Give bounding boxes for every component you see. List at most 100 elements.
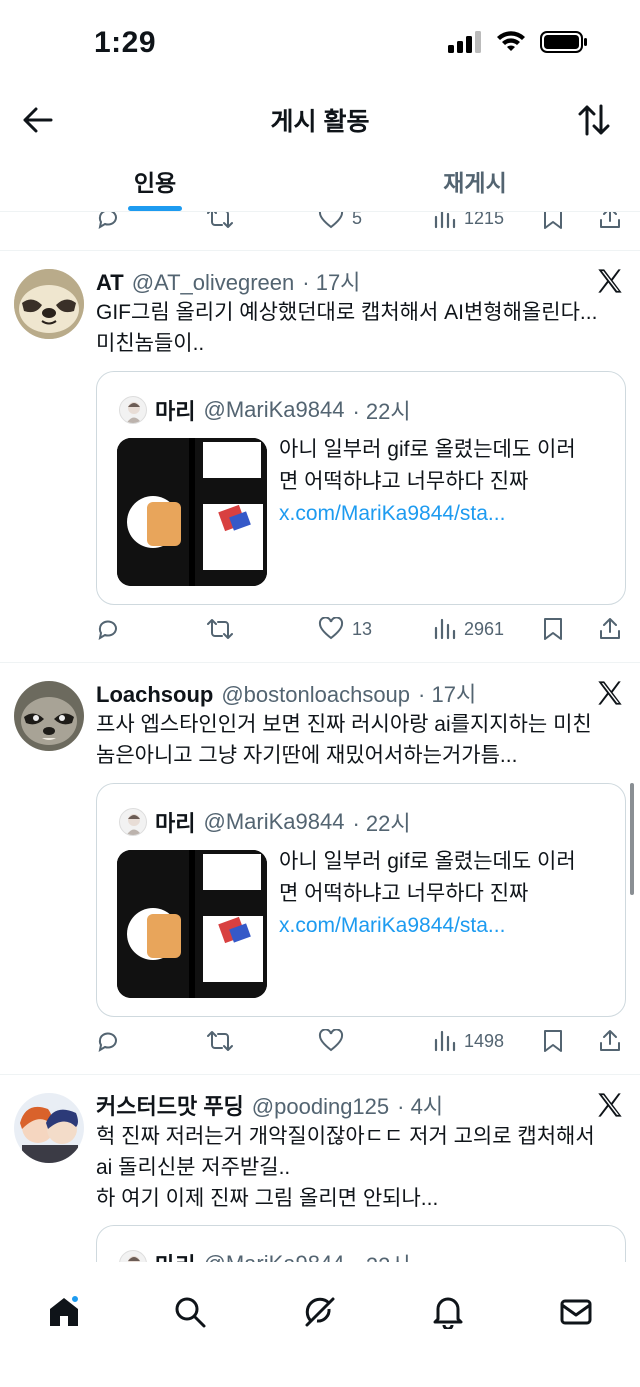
anime-avatar-image <box>126 402 142 423</box>
quoted-timestamp: · 22시 <box>352 399 411 424</box>
retweet-button[interactable] <box>206 212 234 230</box>
tweet-body: GIF그림 올리기 예상했던대로 캡처해서 AI변형해올린다... 미친놈들이.… <box>96 297 630 359</box>
active-tab-indicator <box>128 206 182 211</box>
views-icon <box>434 618 456 640</box>
views-button[interactable]: 1215 <box>432 212 504 230</box>
quoted-text-line: 아니 일부러 gif로 올렸는데도 이러 <box>279 850 576 873</box>
timestamp: · 17시 <box>418 682 477 707</box>
notification-dot <box>70 1294 80 1304</box>
notifications-icon <box>433 1297 463 1329</box>
display-name[interactable]: Loachsoup <box>96 682 213 708</box>
quoted-text-line: 면 어떡하냐고 너무하다 진짜 <box>279 882 529 905</box>
quoted-timestamp: · 22시 <box>352 1248 410 1262</box>
quoted-avatar <box>119 1250 147 1262</box>
tweet-card[interactable]: AT @AT_olivegreen · 17시 GIF그림 올리기 예상했던대로… <box>0 251 640 663</box>
quoted-tweet-text: 아니 일부러 gif로 올렸는데도 이러 면 어떡하냐고 너무하다 진짜 x.c… <box>279 846 609 942</box>
quoted-link[interactable]: x.com/MariKa9844/sta... <box>279 910 609 942</box>
share-icon <box>600 212 620 228</box>
like-button[interactable]: 13 <box>318 617 372 641</box>
bookmark-button[interactable] <box>542 212 564 230</box>
share-icon <box>600 618 620 639</box>
like-button[interactable]: 5 <box>318 212 362 230</box>
quoted-username: @MariKa9844 <box>203 1251 344 1262</box>
nav-home[interactable] <box>34 1282 94 1342</box>
avatar[interactable] <box>14 1093 84 1163</box>
tab-quotes[interactable]: 인용 <box>0 164 310 198</box>
bookmark-button[interactable] <box>542 1029 564 1053</box>
quoted-tweet[interactable]: 마리 @MariKa9844 · 22시 아니 일부러 gif로 올렸는데도 이… <box>96 371 626 605</box>
screenshot-pane-right <box>195 850 267 998</box>
views-button[interactable]: 1498 <box>432 1029 504 1053</box>
tweet-card[interactable]: Loachsoup @bostonloachsoup · 17시 프사 엡스타인… <box>0 663 640 1075</box>
tweet-header: AT @AT_olivegreen · 17시 <box>96 265 360 297</box>
sort-arrows-icon <box>578 104 610 136</box>
sort-button[interactable] <box>574 100 614 140</box>
page-title: 게시 활동 <box>270 108 370 136</box>
reply-button[interactable] <box>96 212 120 230</box>
timestamp: · 4시 <box>397 1094 444 1119</box>
battery-icon <box>540 31 587 53</box>
quote-feed[interactable]: 5 1215 AT @AT_olivegreen · 17시 GIF그림 올리기… <box>0 212 640 1262</box>
system-icons <box>448 30 588 54</box>
anime-duo-avatar-image <box>14 1093 84 1163</box>
like-count: 5 <box>352 212 363 228</box>
nav-grok[interactable] <box>290 1282 350 1342</box>
tab-reposts[interactable]: 재게시 <box>320 164 630 198</box>
reply-icon <box>98 1032 117 1053</box>
username[interactable]: @bostonloachsoup <box>221 682 410 708</box>
nav-notifications[interactable] <box>418 1282 478 1342</box>
quoted-media-thumbnail[interactable] <box>117 850 267 998</box>
signal-icon <box>448 31 481 53</box>
heart-icon <box>318 617 344 640</box>
quoted-text-line: 아니 일부러 gif로 올렸는데도 이러 <box>279 438 576 461</box>
wifi-icon <box>497 31 525 51</box>
views-icon <box>434 212 456 229</box>
quoted-display-name: 마리 <box>155 399 196 424</box>
quoted-display-name: 마리 <box>155 1248 195 1262</box>
share-button[interactable] <box>598 1029 622 1053</box>
views-button[interactable]: 2961 <box>432 617 504 641</box>
retweet-button[interactable] <box>206 617 234 641</box>
anime-avatar-image <box>126 814 142 835</box>
share-button[interactable] <box>598 617 622 641</box>
quoted-username: @MariKa9844 <box>203 397 345 422</box>
quoted-tweet-header: 마리 @MariKa9844 · 22시 <box>119 394 411 426</box>
x-logo-icon <box>598 1093 622 1117</box>
screenshot-pane-right <box>195 438 267 586</box>
reply-button[interactable] <box>96 1029 120 1053</box>
bookmark-button[interactable] <box>542 617 564 641</box>
nav-search[interactable] <box>160 1282 220 1342</box>
avatar[interactable] <box>14 681 84 751</box>
raccoon-avatar-image <box>14 681 84 751</box>
messages-icon <box>560 1299 592 1325</box>
retweet-icon <box>207 619 233 639</box>
like-button[interactable] <box>318 1029 344 1053</box>
quoted-avatar <box>119 808 147 836</box>
quoted-tweet[interactable]: 마리 @MariKa9844 · 22시 아니 일부러 gif로 올렸는데도 이… <box>96 783 626 1017</box>
nav-messages[interactable] <box>546 1282 606 1342</box>
prev-tweet-actions: 5 1215 <box>96 212 626 236</box>
scrollbar[interactable] <box>630 783 634 895</box>
heart-icon <box>318 1029 344 1052</box>
tweet-text-line: ai 돌리신분 저주받길.. <box>96 1156 291 1179</box>
share-button[interactable] <box>598 212 622 230</box>
tweet-actions: 1498 <box>96 1023 626 1059</box>
quoted-media-thumbnail[interactable] <box>117 438 267 586</box>
retweet-button[interactable] <box>206 1029 234 1053</box>
screenshot-pane-left <box>117 438 189 586</box>
tweet-actions: 13 2961 <box>96 611 626 647</box>
username[interactable]: @pooding125 <box>252 1094 389 1120</box>
x-logo-icon <box>598 269 622 293</box>
reply-button[interactable] <box>96 617 120 641</box>
quoted-link[interactable]: x.com/MariKa9844/sta... <box>279 498 609 530</box>
username[interactable]: @AT_olivegreen <box>132 270 295 296</box>
quoted-tweet-header: 마리 @MariKa9844 · 22시 <box>119 806 411 838</box>
quoted-text-line: 면 어떡하냐고 너무하다 진짜 <box>279 470 529 493</box>
display-name[interactable]: AT <box>96 270 124 296</box>
bookmark-icon <box>544 212 562 229</box>
status-time: 1:29 <box>94 26 157 59</box>
avatar[interactable] <box>14 269 84 339</box>
display-name[interactable]: 커스터드맛 푸딩 <box>96 1089 244 1121</box>
tweet-card[interactable]: 커스터드맛 푸딩 @pooding125 · 4시 헉 진짜 저러는거 개악질이… <box>0 1075 640 1262</box>
quoted-tweet[interactable]: 마리 @MariKa9844 · 22시 <box>96 1225 626 1262</box>
